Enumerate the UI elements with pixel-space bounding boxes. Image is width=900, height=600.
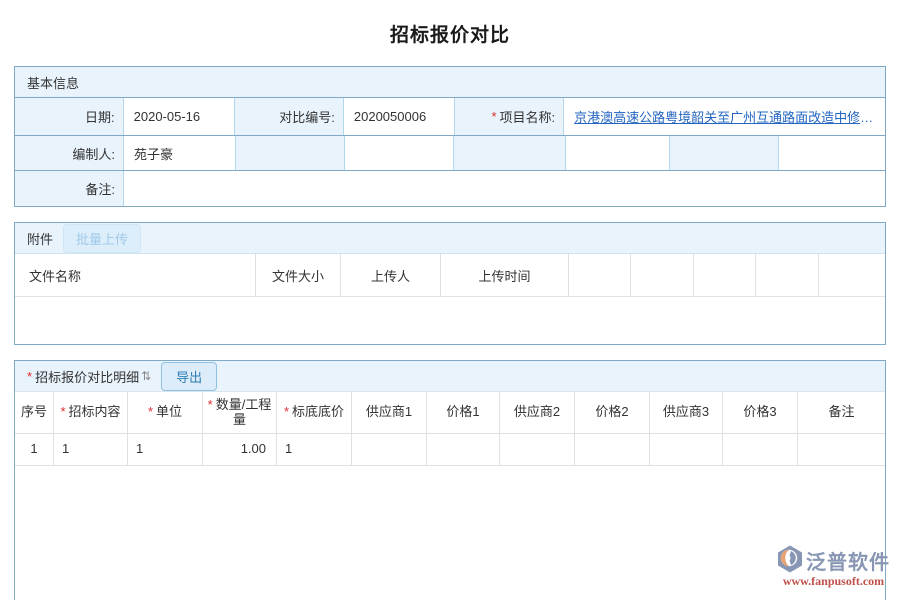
remarks-label: 备注: <box>15 171 124 206</box>
remarks-value <box>124 171 885 206</box>
attachment-empty-column <box>694 254 756 296</box>
cell-supplier1 <box>352 434 427 465</box>
empty-cell <box>670 136 779 170</box>
date-value: 2020-05-16 <box>124 98 236 135</box>
detail-table-row[interactable]: 1 1 1 1.00 1 <box>15 434 885 466</box>
col-bid-content: *招标内容 <box>54 392 128 433</box>
cell-unit: 1 <box>128 434 203 465</box>
attachment-col-uploader: 上传人 <box>341 254 441 296</box>
cell-supplier3 <box>650 434 723 465</box>
required-asterisk: * <box>27 369 32 384</box>
batch-upload-button[interactable]: 批量上传 <box>63 224 141 253</box>
basic-info-row-2: 编制人: 苑子豪 <box>15 136 885 171</box>
basic-info-section-title: 基本信息 <box>27 73 79 92</box>
required-asterisk: * <box>208 397 213 412</box>
basic-info-row-1: 日期: 2020-05-16 对比编号: 2020050006 * 项目名称: … <box>15 98 885 136</box>
project-name-value: 京港澳高速公路粤境韶关至广州互通路面改造中修工程 <box>564 98 885 135</box>
export-button[interactable]: 导出 <box>161 362 217 391</box>
cell-bid-content: 1 <box>54 434 128 465</box>
cell-remarks <box>798 434 885 465</box>
attachments-section: 附件 批量上传 文件名称 文件大小 上传人 上传时间 <box>14 222 886 345</box>
detail-table-header: 序号 *招标内容 *单位 *数量/工程量 *标底底价 供应商1 价格1 供应商2… <box>15 392 885 434</box>
col-price1: 价格1 <box>427 392 500 433</box>
required-asterisk: * <box>284 405 289 420</box>
cell-quantity: 1.00 <box>203 434 277 465</box>
col-quantity: *数量/工程量 <box>203 392 277 433</box>
cell-seq: 1 <box>15 434 54 465</box>
sort-toggle-icon[interactable]: ⇅ <box>141 369 151 383</box>
compare-no-value: 2020050006 <box>344 98 455 135</box>
attachments-table-header: 文件名称 文件大小 上传人 上传时间 <box>15 254 885 297</box>
cell-price1 <box>427 434 500 465</box>
detail-section-title-wrap: * 招标报价对比明细 ⇅ <box>27 367 151 386</box>
required-asterisk: * <box>148 405 153 420</box>
required-asterisk: * <box>491 109 496 124</box>
fanpu-logo-brand: 泛普软件 <box>806 546 890 575</box>
cell-price3 <box>723 434 798 465</box>
col-unit: *单位 <box>128 392 203 433</box>
col-base-price: *标底底价 <box>277 392 352 433</box>
empty-cell <box>236 136 345 170</box>
empty-cell <box>566 136 670 170</box>
empty-cell <box>779 136 885 170</box>
attachment-empty-column <box>756 254 819 296</box>
compiler-value: 苑子豪 <box>124 136 236 170</box>
fanpu-logo-icon <box>777 545 803 576</box>
col-seq: 序号 <box>15 392 54 433</box>
detail-section-title: 招标报价对比明细 <box>35 367 139 386</box>
attachment-col-filesize: 文件大小 <box>256 254 341 296</box>
attachment-empty-column <box>819 254 885 296</box>
compiler-label: 编制人: <box>15 136 124 170</box>
cell-supplier2 <box>500 434 575 465</box>
date-label: 日期: <box>15 98 124 135</box>
col-supplier2: 供应商2 <box>500 392 575 433</box>
compare-no-label: 对比编号: <box>235 98 344 135</box>
project-name-link[interactable]: 京港澳高速公路粤境韶关至广州互通路面改造中修工程 <box>574 107 885 126</box>
fanpu-logo-url: www.fanpusoft.com <box>777 574 890 589</box>
empty-cell <box>454 136 566 170</box>
detail-section: * 招标报价对比明细 ⇅ 导出 序号 *招标内容 *单位 *数量/工程量 *标底… <box>14 360 886 600</box>
fanpu-logo: 泛普软件 www.fanpusoft.com <box>777 545 890 589</box>
attachment-col-filename: 文件名称 <box>15 254 256 296</box>
attachment-empty-column <box>569 254 631 296</box>
basic-info-row-3: 备注: <box>15 171 885 206</box>
basic-info-section-header: 基本信息 <box>15 67 885 98</box>
cell-base-price: 1 <box>277 434 352 465</box>
attachment-empty-column <box>631 254 694 296</box>
col-price2: 价格2 <box>575 392 650 433</box>
col-price3: 价格3 <box>723 392 798 433</box>
bid-quote-comparison-page: 招标报价对比 基本信息 日期: 2020-05-16 对比编号: 2020050… <box>0 0 900 600</box>
col-supplier3: 供应商3 <box>650 392 723 433</box>
cell-price2 <box>575 434 650 465</box>
required-asterisk: * <box>60 405 65 420</box>
project-name-label: * 项目名称: <box>455 98 565 135</box>
detail-section-header: * 招标报价对比明细 ⇅ 导出 <box>15 361 885 392</box>
empty-cell <box>345 136 454 170</box>
attachments-section-header: 附件 批量上传 <box>15 223 885 254</box>
col-remarks: 备注 <box>798 392 885 433</box>
col-supplier1: 供应商1 <box>352 392 427 433</box>
page-title: 招标报价对比 <box>0 20 900 47</box>
attachments-section-title: 附件 <box>27 229 53 248</box>
basic-info-section: 基本信息 日期: 2020-05-16 对比编号: 2020050006 * 项… <box>14 66 886 207</box>
attachment-col-uploadtime: 上传时间 <box>441 254 569 296</box>
